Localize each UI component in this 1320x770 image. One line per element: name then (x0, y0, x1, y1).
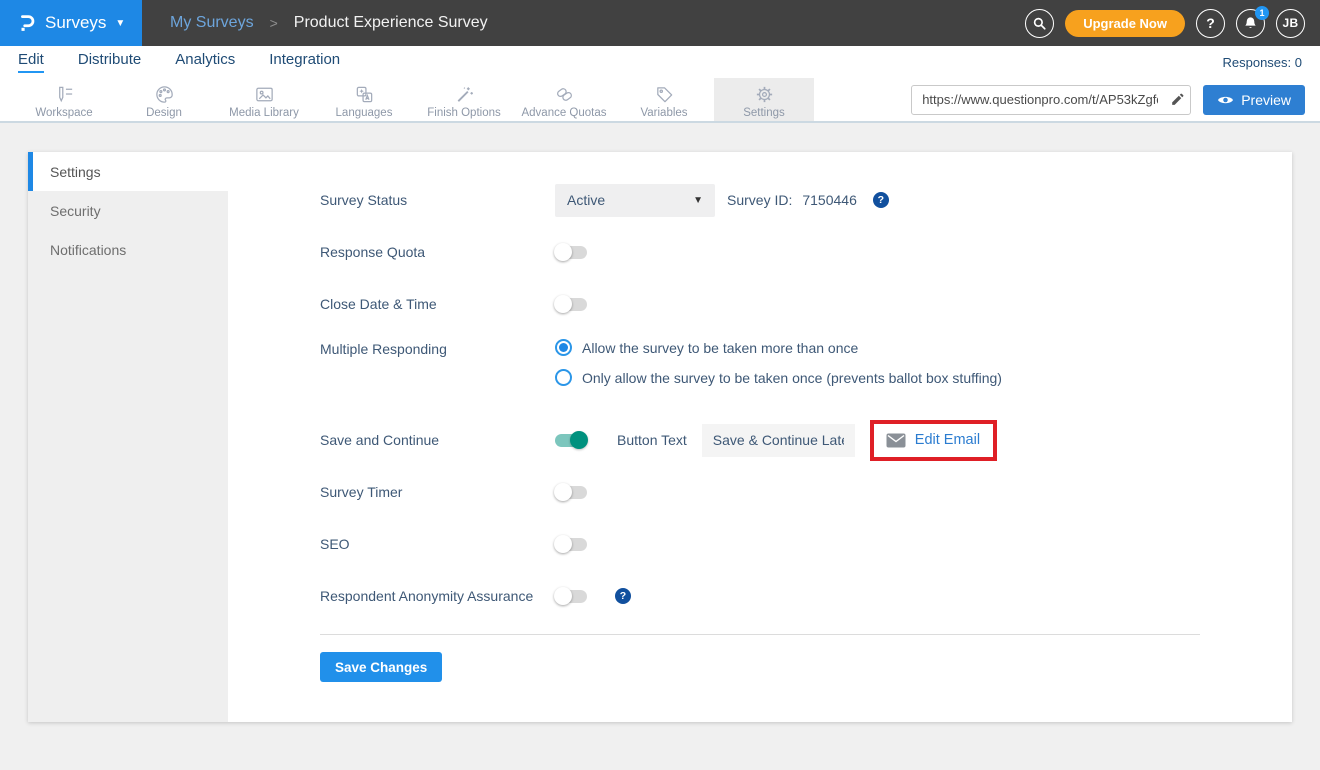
media-library-icon (254, 84, 275, 105)
edit-url-button[interactable] (1164, 93, 1190, 107)
respondent-anonymity-help-icon[interactable]: ? (615, 588, 631, 604)
survey-status-row: Survey Status Active ▼ Survey ID: 715044… (320, 174, 1200, 226)
survey-id-value: 7150446 (802, 192, 857, 208)
save-changes-button[interactable]: Save Changes (320, 652, 442, 682)
multiple-responding-options: Allow the survey to be taken more than o… (555, 339, 1002, 386)
tab-analytics[interactable]: Analytics (175, 51, 235, 73)
toolbar-item-settings[interactable]: Settings (714, 78, 814, 121)
edit-email-link[interactable]: Edit Email (915, 432, 980, 448)
button-text-label: Button Text (617, 432, 687, 448)
notifications-button[interactable]: 1 (1236, 9, 1265, 38)
toolbar-item-workspace[interactable]: Workspace (14, 78, 114, 121)
preview-button[interactable]: Preview (1203, 85, 1305, 115)
close-date-row: Close Date & Time (320, 278, 1200, 330)
question-mark-icon: ? (1206, 15, 1215, 31)
sidebar-item-notifications[interactable]: Notifications (28, 230, 228, 269)
respondent-anonymity-row: Respondent Anonymity Assurance ? (320, 570, 1200, 622)
close-date-toggle[interactable] (555, 298, 587, 311)
app-header: Surveys ▼ My Surveys > Product Experienc… (0, 0, 1320, 46)
save-and-continue-row: Save and Continue Button Text Edit Email (320, 414, 1200, 466)
toolbar-item-design[interactable]: Design (114, 78, 214, 121)
radio-icon (555, 369, 572, 386)
breadcrumb: My Surveys > Product Experience Survey (170, 14, 488, 32)
edit-toolbar: Workspace Design Media Library (0, 78, 1320, 123)
respondent-anonymity-label: Respondent Anonymity Assurance (320, 588, 555, 604)
advance-quotas-icon (554, 84, 575, 105)
survey-nav-tabs: Edit Distribute Analytics Integration Re… (0, 46, 1320, 78)
search-icon (1032, 16, 1047, 31)
upgrade-now-button[interactable]: Upgrade Now (1065, 10, 1185, 37)
avatar[interactable]: JB (1276, 9, 1305, 38)
multiple-responding-row: Multiple Responding Allow the survey to … (320, 330, 1200, 414)
multiple-responding-label: Multiple Responding (320, 339, 555, 357)
eye-icon (1217, 94, 1234, 106)
seo-label: SEO (320, 536, 555, 552)
save-and-continue-label: Save and Continue (320, 432, 555, 448)
survey-id-group: Survey ID: 7150446 ? (727, 192, 889, 208)
radio-option-multiple-allowed[interactable]: Allow the survey to be taken more than o… (555, 339, 1002, 356)
breadcrumb-parent[interactable]: My Surveys (170, 14, 254, 32)
save-and-continue-toggle[interactable] (555, 434, 587, 447)
radio-option-once-only[interactable]: Only allow the survey to be taken once (… (555, 369, 1002, 386)
chevron-down-icon: ▼ (115, 18, 125, 29)
finish-options-icon (454, 84, 475, 105)
sidebar-item-settings[interactable]: Settings (28, 152, 228, 191)
response-quota-toggle[interactable] (555, 246, 587, 259)
email-icon (886, 433, 906, 448)
respondent-anonymity-toggle[interactable] (555, 590, 587, 603)
seo-row: SEO (320, 518, 1200, 570)
seo-toggle[interactable] (555, 538, 587, 551)
settings-form: Survey Status Active ▼ Survey ID: 715044… (228, 152, 1292, 722)
form-divider (320, 634, 1200, 635)
sidebar-item-security[interactable]: Security (28, 191, 228, 230)
breadcrumb-separator: > (270, 15, 278, 31)
search-button[interactable] (1025, 9, 1054, 38)
survey-timer-row: Survey Timer (320, 466, 1200, 518)
help-button[interactable]: ? (1196, 9, 1225, 38)
settings-card: Settings Security Notifications Survey S… (28, 152, 1292, 722)
languages-icon (354, 84, 375, 105)
header-actions: Upgrade Now ? 1 JB (1025, 9, 1320, 38)
close-date-label: Close Date & Time (320, 296, 555, 312)
pencil-icon (1170, 93, 1184, 107)
toolbar-item-finish-options[interactable]: Finish Options (414, 78, 514, 121)
design-icon (154, 84, 175, 105)
settings-sidebar: Settings Security Notifications (28, 152, 228, 722)
toolbar-item-languages[interactable]: Languages (314, 78, 414, 121)
toolbar-item-variables[interactable]: Variables (614, 78, 714, 121)
response-quota-label: Response Quota (320, 244, 555, 260)
settings-icon (754, 84, 775, 105)
toolbar-item-media-library[interactable]: Media Library (214, 78, 314, 121)
breadcrumb-current: Product Experience Survey (294, 14, 488, 32)
toolbar-item-advance-quotas[interactable]: Advance Quotas (514, 78, 614, 121)
survey-url-input[interactable] (912, 92, 1164, 107)
notification-count-badge: 1 (1255, 6, 1269, 20)
product-menu-label: Surveys (45, 13, 106, 33)
responses-count: Responses: 0 (1223, 55, 1303, 70)
edit-email-highlight-box: Edit Email (870, 420, 997, 461)
survey-status-label: Survey Status (320, 192, 555, 208)
survey-timer-toggle[interactable] (555, 486, 587, 499)
product-switcher[interactable]: Surveys ▼ (0, 0, 142, 46)
tab-distribute[interactable]: Distribute (78, 51, 141, 73)
button-text-input[interactable] (702, 424, 855, 457)
variables-icon (654, 84, 675, 105)
response-quota-row: Response Quota (320, 226, 1200, 278)
survey-id-help-icon[interactable]: ? (873, 192, 889, 208)
settings-page: Settings Security Notifications Survey S… (0, 123, 1320, 722)
workspace-icon (54, 84, 75, 105)
survey-timer-label: Survey Timer (320, 484, 555, 500)
survey-status-dropdown[interactable]: Active ▼ (555, 184, 715, 217)
chevron-down-icon: ▼ (693, 195, 703, 206)
survey-id-label: Survey ID: (727, 192, 792, 208)
questionpro-logo-icon (16, 12, 38, 34)
tab-integration[interactable]: Integration (269, 51, 340, 73)
radio-icon (555, 339, 572, 356)
tab-edit[interactable]: Edit (18, 51, 44, 73)
survey-url-field (911, 85, 1191, 115)
